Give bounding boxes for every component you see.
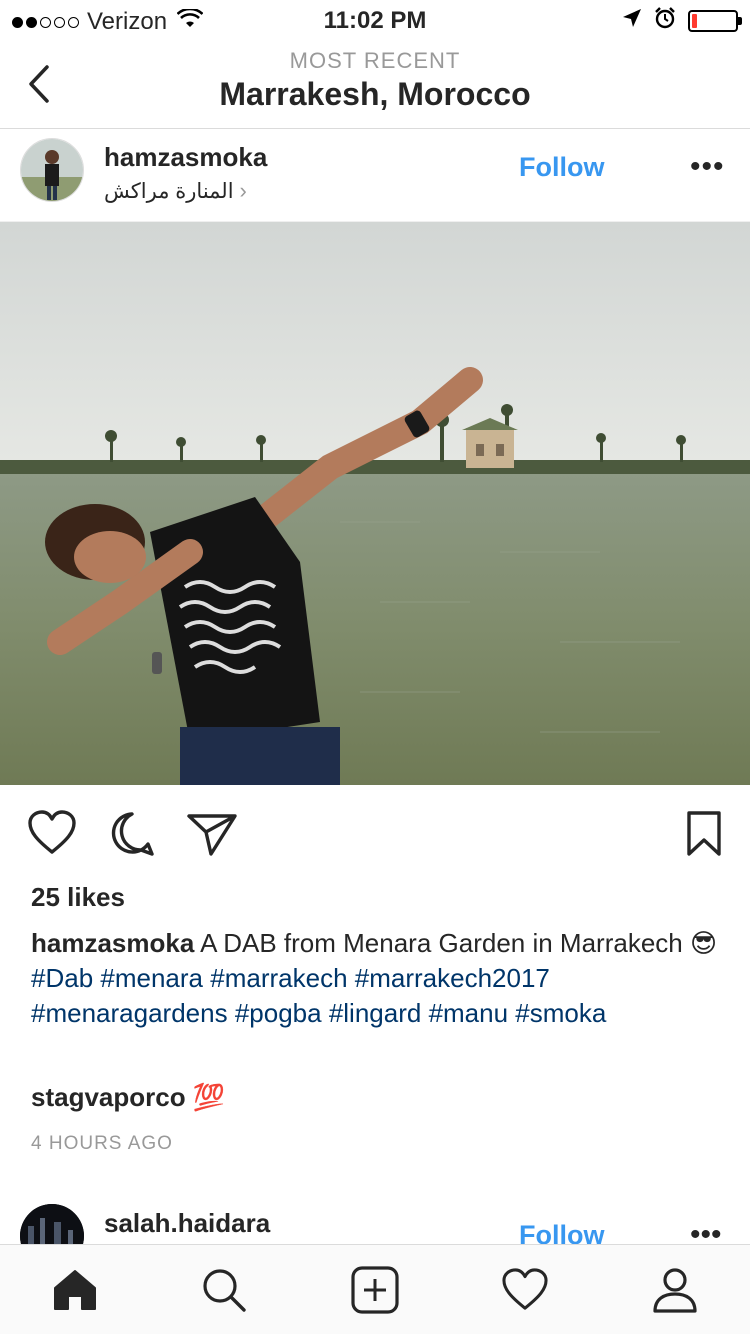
follow-button[interactable]: Follow [519,1220,604,1244]
hashtag-link[interactable]: #marrakech [210,963,347,993]
hashtag-link[interactable]: #manu [429,998,509,1028]
chevron-right-icon: › [239,178,247,203]
activity-heart-icon[interactable] [500,1265,550,1315]
profile-icon[interactable] [650,1265,700,1315]
post-timestamp: 4 HOURS AGO [31,1133,173,1154]
post-actions [0,800,750,870]
hashtag-link[interactable]: #pogba [235,998,322,1028]
location-arrow-icon [622,8,642,33]
comment-username[interactable]: stagvaporco [31,1082,186,1112]
battery-level-fill [692,13,697,28]
page-title[interactable]: Marrakesh, Morocco [0,76,750,113]
next-post-header: salah.haidara Follow ••• [0,1200,750,1244]
hashtag-link[interactable]: #menara [100,963,203,993]
hashtag-link[interactable]: #smoka [515,998,606,1028]
comment-text: 💯 [192,1082,226,1112]
comment-bubble-icon[interactable] [108,810,156,863]
comment: stagvaporco 💯 [31,1082,225,1113]
header-subtitle: MOST RECENT [289,48,461,73]
add-post-icon[interactable] [350,1265,400,1315]
alarm-icon [654,7,676,34]
hashtag-link[interactable]: #menaragardens [31,998,228,1028]
tab-bar [0,1244,750,1334]
post-location[interactable]: المنارة مراكش › [104,178,247,204]
hashtag-link[interactable]: #lingard [329,998,422,1028]
avatar[interactable] [20,1204,84,1244]
hashtag-link[interactable]: #Dab [31,963,93,993]
location-label: المنارة مراكش [104,179,234,203]
post-username[interactable]: hamzasmoka [104,142,267,173]
search-icon[interactable] [199,1265,249,1315]
post-caption: hamzasmoka A DAB from Menara Garden in M… [31,926,721,1031]
battery-icon [688,9,742,32]
more-options-icon[interactable]: ••• [690,150,725,184]
like-heart-icon[interactable] [27,810,77,861]
caption-emoji: 😎 [689,928,718,958]
follow-button[interactable]: Follow [519,152,604,183]
home-icon[interactable] [50,1265,100,1315]
status-bar: Verizon 11:02 PM [0,0,750,40]
more-options-icon[interactable]: ••• [690,1218,722,1244]
nav-header: MOST RECENT Marrakesh, Morocco [0,40,750,129]
avatar[interactable] [20,138,84,202]
hashtag-list: #Dab #menara #marrakech #marrakech2017 #… [31,963,606,1028]
likes-count[interactable]: 25 likes [31,882,125,913]
post-username[interactable]: salah.haidara [104,1208,270,1239]
caption-username[interactable]: hamzasmoka [31,928,194,958]
share-send-icon[interactable] [186,810,238,863]
caption-text: A DAB from Menara Garden in Marrakech [200,928,683,958]
bookmark-icon[interactable] [686,810,722,863]
hashtag-link[interactable]: #marrakech2017 [355,963,550,993]
post-photo[interactable] [0,222,750,785]
post-header: hamzasmoka المنارة مراكش › Follow ••• [0,130,750,222]
